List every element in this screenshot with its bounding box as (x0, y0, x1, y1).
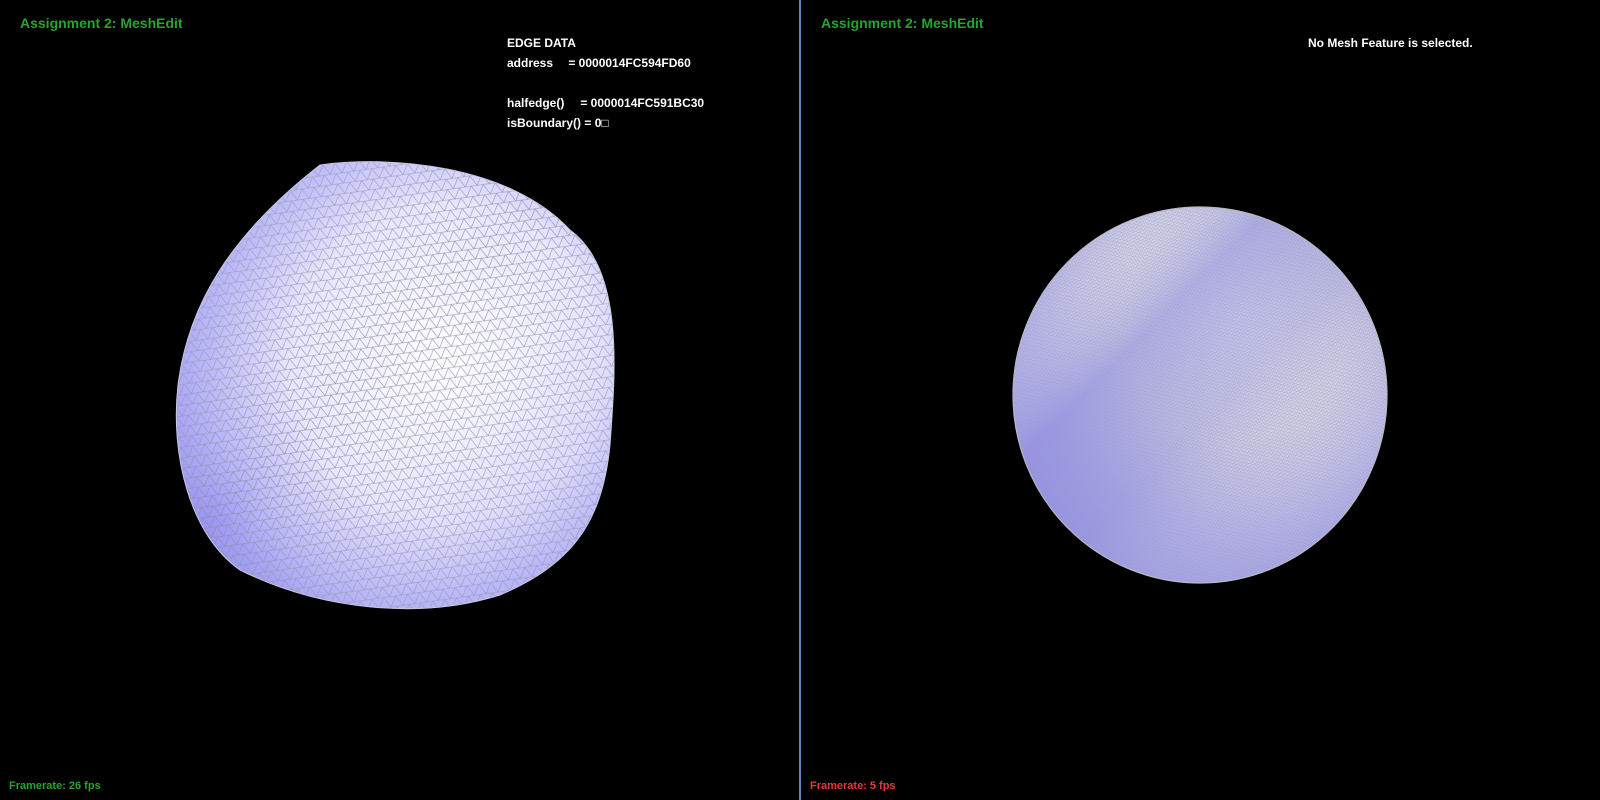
cube-wireframe (176, 161, 615, 609)
subdivided-cube-mesh[interactable] (170, 155, 630, 615)
halfedge-row: halfedge() = 0000014FC591BC30 (507, 93, 704, 113)
framerate-label: Framerate: (810, 780, 867, 792)
selection-status: No Mesh Feature is selected. (1308, 36, 1473, 50)
dense-sphere-mesh[interactable] (1011, 205, 1391, 585)
is-boundary-label: isBoundary() (507, 116, 582, 130)
boundary-row: isBoundary() = 0□ (507, 113, 704, 133)
halfedge-value: = 0000014FC591BC30 (580, 96, 705, 110)
halfedge-label: halfedge() (507, 96, 565, 110)
address-row: address = 0000014FC594FD60 (507, 53, 704, 73)
framerate-value: 5 fps (869, 780, 896, 792)
edge-data-header: EDGE DATA (507, 36, 576, 50)
address-label: address (507, 56, 554, 70)
right-viewport[interactable]: Assignment 2: MeshEdit No Mesh Feature i… (801, 0, 1600, 800)
is-boundary-value: = 0□ (584, 116, 609, 130)
framerate-label: Framerate: (9, 780, 66, 792)
app-title: Assignment 2: MeshEdit (20, 15, 183, 31)
framerate-value: 26 fps (68, 780, 101, 792)
app-title: Assignment 2: MeshEdit (821, 15, 984, 31)
framerate-readout: Framerate: 26 fps (9, 780, 101, 792)
edge-data-panel: EDGE DATA address = 0000014FC594FD60 hal… (507, 33, 704, 133)
address-value: = 0000014FC594FD60 (568, 56, 691, 70)
framerate-readout: Framerate: 5 fps (810, 780, 896, 792)
left-viewport[interactable]: Assignment 2: MeshEdit EDGE DATA address… (0, 0, 799, 800)
